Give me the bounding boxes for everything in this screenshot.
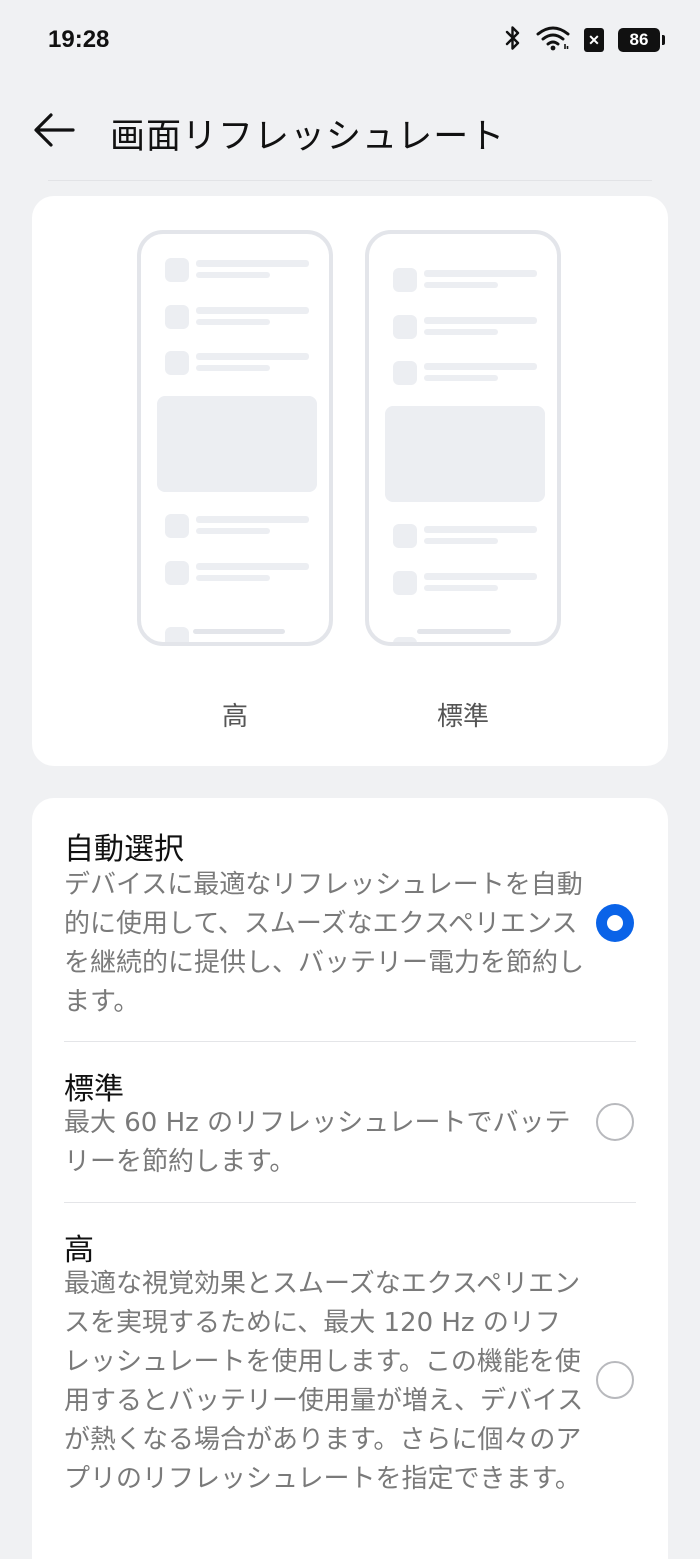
header: 画面リフレッシュレート [0,100,700,164]
preview-row-icon [165,514,189,538]
preview-row-icon [393,524,417,548]
preview-row-icon [393,268,417,292]
back-button[interactable] [28,106,80,158]
header-divider [48,180,652,181]
preview-row-line [196,272,270,278]
wifi-icon [536,25,570,55]
option-title: 標準 [64,1072,124,1107]
preview-row-line [424,526,537,533]
preview-row-icon [165,258,189,282]
status-icons: ✕ 86 [504,24,665,56]
option-description: デバイスに最適なリフレッシュレートを自動的に使用して、スムーズなエクスペリエンス… [64,870,585,1017]
preview-row-icon [393,637,417,642]
preview-row-line [424,538,498,544]
page-title: 画面リフレッシュレート [110,117,506,157]
preview-row-line [196,365,270,371]
option-auto-radio[interactable] [596,904,634,942]
preview-row-icon [165,305,189,329]
preview-label-standard: 標準 [436,702,489,732]
option-title: 高 [64,1233,94,1268]
battery-icon: 86 [618,28,665,52]
preview-row-line [196,516,309,523]
preview-row-line [424,329,498,335]
preview-row-line [424,375,498,381]
preview-home-bar [193,629,285,634]
standard-rate-preview-phone [365,230,561,646]
preview-row-icon [393,361,417,385]
preview-row-icon [165,351,189,375]
no-sim-icon: ✕ [584,28,604,52]
preview-row-line [424,363,537,370]
preview-row-line [196,563,309,570]
option-auto[interactable]: 自動選択 デバイスに最適なリフレッシュレートを自動的に使用して、スムーズなエクス… [32,798,668,1041]
refresh-rate-options-card: 自動選択 デバイスに最適なリフレッシュレートを自動的に使用して、スムーズなエクス… [32,798,668,1559]
preview-row-icon [393,315,417,339]
preview-content-block [385,406,545,502]
refresh-rate-preview-card: 高 標準 [32,196,668,766]
preview-row-icon [393,571,417,595]
option-high[interactable]: 高 最適な視覚効果とスムーズなエクスペリエンスを実現するために、最大 120 H… [32,1203,668,1559]
preview-row-line [196,260,309,267]
preview-row-line [196,353,309,360]
preview-row-line [196,575,270,581]
option-standard[interactable]: 標準 最大 60 Hz のリフレッシュレートでバッテリーを節約します。 [32,1042,668,1202]
preview-row-line [424,282,498,288]
preview-row-line [196,528,270,534]
preview-row-line [196,319,270,325]
preview-label-high: 高 [221,702,248,732]
preview-content-block [157,396,317,492]
preview-home-bar [417,629,511,634]
preview-row-line [196,307,309,314]
high-rate-preview-phone [137,230,333,646]
preview-row-line [424,317,537,324]
option-title: 自動選択 [64,832,184,867]
battery-level: 86 [629,30,649,49]
preview-row-icon [165,561,189,585]
option-description: 最大 60 Hz のリフレッシュレートでバッテリーを節約します。 [64,1108,571,1177]
preview-row-icon [165,627,189,642]
preview-row-line [424,585,498,591]
option-high-radio[interactable] [596,1361,634,1399]
arrow-left-icon [32,112,76,152]
bluetooth-icon [504,25,522,55]
preview-row-line [424,573,537,580]
status-time: 19:28 [48,26,110,53]
option-standard-radio[interactable] [596,1103,634,1141]
option-description: 最適な視覚効果とスムーズなエクスペリエンスを実現するために、最大 120 Hz … [64,1269,584,1494]
status-bar: 19:28 ✕ 86 [0,0,700,80]
preview-row-line [424,270,537,277]
